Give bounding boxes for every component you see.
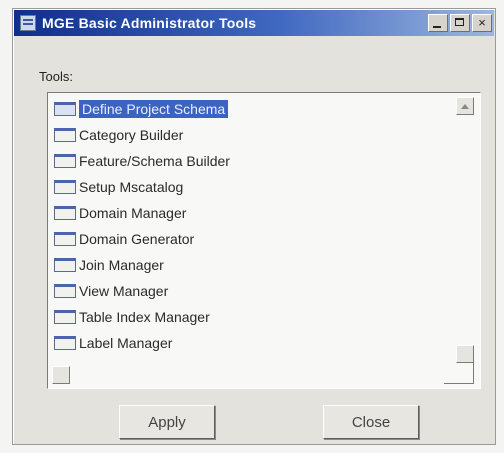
tool-item-label: View Manager: [79, 283, 169, 299]
tool-window-icon: [54, 128, 76, 142]
tool-window-icon: [54, 258, 76, 272]
tool-window-icon: [54, 154, 76, 168]
tool-window-icon: [54, 336, 76, 350]
title-bar[interactable]: MGE Basic Administrator Tools ×: [14, 10, 494, 36]
tools-label: Tools:: [39, 69, 73, 84]
scrollbar-corner: [444, 360, 474, 384]
tool-item-label: Domain Manager: [79, 205, 187, 221]
tool-window-icon: [54, 310, 76, 324]
minimize-button[interactable]: [428, 14, 448, 32]
tool-window-icon: [54, 206, 76, 220]
close-icon: ×: [478, 15, 486, 30]
tool-list-item[interactable]: View Manager: [54, 280, 454, 302]
tool-item-label: Domain Generator: [79, 231, 195, 247]
tool-item-label: Join Manager: [79, 257, 164, 273]
tool-list-item[interactable]: Domain Manager: [54, 202, 454, 224]
tool-window-icon: [54, 180, 76, 194]
scroll-left-button[interactable]: [52, 366, 70, 384]
tool-item-label: Table Index Manager: [79, 309, 210, 325]
maximize-button[interactable]: [450, 14, 470, 32]
tool-window-icon: [54, 232, 76, 246]
apply-button[interactable]: Apply: [119, 405, 215, 439]
tool-item-label: Category Builder: [79, 127, 184, 143]
tool-list-item[interactable]: Join Manager: [54, 254, 454, 276]
tool-list-item[interactable]: Define Project Schema: [54, 98, 454, 120]
close-button[interactable]: Close: [323, 405, 419, 439]
tool-item-label: Feature/Schema Builder: [79, 153, 230, 169]
tool-item-label: Setup Mscatalog: [79, 179, 184, 195]
tool-list-item[interactable]: Feature/Schema Builder: [54, 150, 454, 172]
tools-listbox[interactable]: Label Manager Table Index Manager View Man…: [47, 92, 481, 389]
close-window-button[interactable]: ×: [472, 14, 492, 32]
tool-list-item[interactable]: Label Manager: [54, 332, 454, 354]
admin-tools-dialog: MGE Basic Administrator Tools × Tools: L…: [12, 8, 496, 445]
tool-list-item[interactable]: Table Index Manager: [54, 306, 454, 328]
window-title: MGE Basic Administrator Tools: [42, 15, 257, 31]
tool-list-item[interactable]: Category Builder: [54, 124, 454, 146]
tool-window-icon: [54, 102, 76, 116]
tool-item-label: Define Project Schema: [79, 100, 229, 118]
tool-list-item[interactable]: Setup Mscatalog: [54, 176, 454, 198]
scroll-up-button[interactable]: [456, 97, 474, 115]
tool-window-icon: [54, 284, 76, 298]
tool-list-item[interactable]: Domain Generator: [54, 228, 454, 250]
tool-item-label: Label Manager: [79, 335, 173, 351]
app-icon: [20, 15, 36, 31]
